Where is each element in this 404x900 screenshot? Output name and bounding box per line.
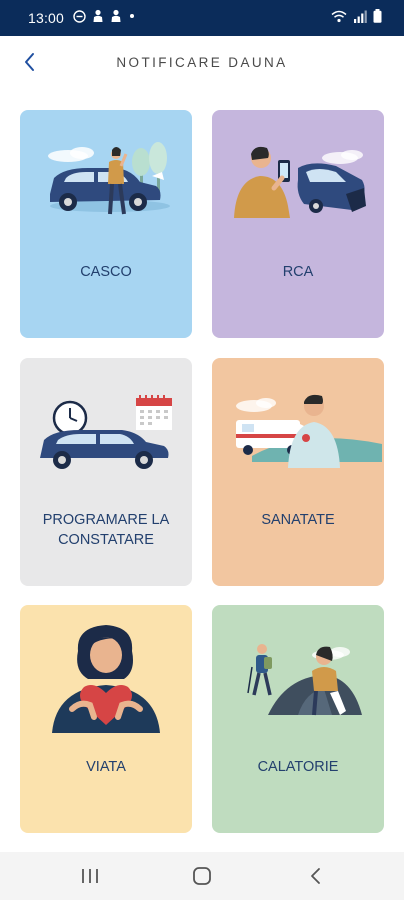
status-right-icons xyxy=(331,9,382,23)
card-label: RCA xyxy=(282,264,314,280)
ambulance-doctor-illustration xyxy=(236,394,382,468)
status-left-icons xyxy=(73,9,136,23)
card-viata[interactable]: VIATA xyxy=(20,605,192,833)
card-label-line1: PROGRAMARE LA xyxy=(42,512,170,528)
car-clock-calendar-illustration xyxy=(40,395,172,469)
card-calatorie[interactable]: CALATORIE xyxy=(212,605,384,833)
system-navbar xyxy=(0,852,404,900)
card-label: SANATATE xyxy=(261,512,335,528)
back-icon[interactable] xyxy=(304,866,328,886)
card-label: CASCO xyxy=(80,264,132,280)
card-label: PROGRAMARE LA CONSTATARE xyxy=(20,510,192,550)
status-time: 13:00 xyxy=(28,10,65,26)
card-casco[interactable]: CASCO xyxy=(20,110,192,338)
app-header: NOTIFICARE DAUNA xyxy=(0,36,404,90)
person-icon xyxy=(111,9,121,22)
card-label: VIATA xyxy=(86,759,126,775)
phone-car-crash-illustration xyxy=(234,146,366,218)
card-rca[interactable]: RCA xyxy=(212,110,384,338)
woman-heart-illustration xyxy=(52,625,160,733)
hiker-rock-illustration xyxy=(247,644,362,716)
wifi-icon xyxy=(331,10,347,22)
card-label-line2: CONSTATARE xyxy=(58,532,154,548)
card-sanatate[interactable]: SANATATE xyxy=(212,358,384,586)
dot-icon xyxy=(130,14,134,18)
car-accident-illustration xyxy=(48,142,170,215)
signal-icon xyxy=(354,10,367,23)
recent-apps-icon[interactable] xyxy=(78,866,102,886)
status-bar: 13:00 xyxy=(0,0,404,36)
card-programare-la-constatare[interactable]: PROGRAMARE LA CONSTATARE xyxy=(20,358,192,586)
person-icon xyxy=(93,9,103,22)
page-title: NOTIFICARE DAUNA xyxy=(116,55,288,70)
minus-circle-icon xyxy=(73,9,86,23)
card-label: CALATORIE xyxy=(257,759,339,775)
home-icon[interactable] xyxy=(190,866,214,886)
battery-icon xyxy=(373,9,382,23)
